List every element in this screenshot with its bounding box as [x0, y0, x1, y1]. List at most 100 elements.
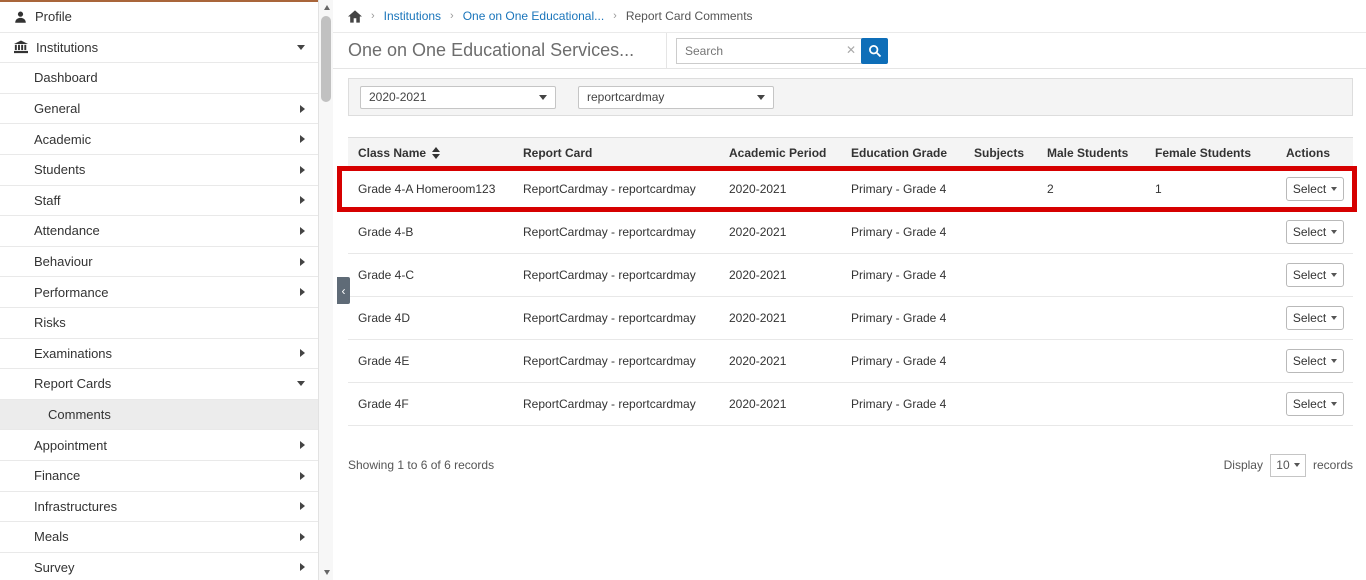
sidebar-item-meals[interactable]: Meals	[0, 522, 318, 553]
chevron-right-icon	[300, 532, 305, 541]
sidebar-item-general[interactable]: General	[0, 94, 318, 125]
cell-subjects	[964, 167, 1037, 211]
cell-education-grade: Primary - Grade 4	[841, 296, 964, 340]
column-header-actions: Actions	[1276, 137, 1353, 168]
report-card-select[interactable]: reportcardmay	[578, 85, 774, 109]
sidebar-item-academic[interactable]: Academic	[0, 124, 318, 155]
sidebar-item-examinations[interactable]: Examinations	[0, 339, 318, 370]
chevron-down-icon	[1331, 273, 1338, 277]
display-label: Display	[1223, 458, 1263, 472]
cell-academic-period: 2020-2021	[719, 339, 841, 383]
chevron-down-icon	[1293, 463, 1300, 467]
sidebar-item-label: Comments	[48, 407, 111, 423]
cell-class-name: Grade 4-B	[348, 210, 513, 254]
chevron-right-icon	[300, 471, 305, 480]
select-button[interactable]: Select	[1286, 349, 1344, 373]
cell-class-name: Grade 4-A Homeroom123	[348, 167, 513, 211]
cell-academic-period: 2020-2021	[719, 253, 841, 297]
search-button[interactable]	[861, 38, 888, 64]
sort-icon[interactable]	[432, 146, 441, 159]
sidebar-item-infrastructures[interactable]: Infrastructures	[0, 492, 318, 523]
sidebar-item-dashboard[interactable]: Dashboard	[0, 63, 318, 94]
chevron-down-icon	[757, 94, 765, 100]
sidebar: Profile Institutions Dashboard General A…	[0, 0, 318, 580]
filter-panel: 2020-2021 reportcardmay	[348, 78, 1353, 116]
breadcrumb-separator: ›	[613, 10, 617, 22]
sidebar-item-behaviour[interactable]: Behaviour	[0, 247, 318, 278]
sidebar-item-label: Meals	[34, 529, 69, 545]
clear-search-icon[interactable]: ✕	[846, 44, 856, 56]
cell-subjects	[964, 253, 1037, 297]
sidebar-item-risks[interactable]: Risks	[0, 308, 318, 339]
search-input[interactable]	[676, 38, 862, 64]
select-button[interactable]: Select	[1286, 220, 1344, 244]
search-field-wrap: ✕	[676, 38, 862, 64]
select-button[interactable]: Select	[1286, 392, 1344, 416]
table-row: Grade 4-C ReportCardmay - reportcardmay …	[348, 253, 1353, 297]
chevron-right-icon	[300, 563, 305, 572]
cell-education-grade: Primary - Grade 4	[841, 210, 964, 254]
table-row: Grade 4-A Homeroom123 ReportCardmay - re…	[348, 167, 1353, 211]
sidebar-item-label: Behaviour	[34, 254, 93, 270]
cell-report-card: ReportCardmay - reportcardmay	[513, 382, 719, 426]
cell-class-name: Grade 4-C	[348, 253, 513, 297]
sidebar-scrollbar[interactable]	[318, 0, 333, 580]
cell-female-students: 1	[1145, 167, 1276, 211]
breadcrumb-link-institutions[interactable]: Institutions	[384, 9, 441, 23]
page-title: One on One Educational Services...	[348, 40, 635, 60]
page-size-select[interactable]: 10	[1269, 453, 1306, 477]
sidebar-item-staff[interactable]: Staff	[0, 186, 318, 217]
breadcrumb-current: Report Card Comments	[625, 9, 753, 23]
sidebar-item-survey[interactable]: Survey	[0, 553, 318, 580]
cell-report-card: ReportCardmay - reportcardmay	[513, 253, 719, 297]
sidebar-item-label: General	[34, 101, 81, 117]
cell-female-students	[1145, 339, 1276, 383]
sidebar-item-performance[interactable]: Performance	[0, 277, 318, 308]
cell-education-grade: Primary - Grade 4	[841, 339, 964, 383]
chevron-right-icon	[300, 135, 305, 144]
scroll-down-arrow-icon[interactable]	[319, 565, 334, 580]
column-header-female-students: Female Students	[1145, 137, 1276, 168]
cell-male-students	[1037, 339, 1145, 383]
scroll-up-arrow-icon[interactable]	[319, 0, 334, 15]
chevron-down-icon	[1331, 402, 1338, 406]
sidebar-collapse-button[interactable]: ‹	[337, 277, 350, 304]
sidebar-item-label: Appointment	[34, 437, 107, 453]
cell-male-students	[1037, 253, 1145, 297]
column-header-subjects: Subjects	[964, 137, 1037, 168]
sidebar-item-report-cards[interactable]: Report Cards	[0, 369, 318, 400]
table-row: Grade 4D ReportCardmay - reportcardmay 2…	[348, 296, 1353, 340]
column-header-class-name[interactable]: Class Name	[348, 137, 513, 168]
sidebar-item-label: Survey	[34, 559, 75, 575]
select-button[interactable]: Select	[1286, 306, 1344, 330]
table-header-row: Class Name Report Card Academic Period E…	[348, 137, 1353, 168]
breadcrumb-link-institution-name[interactable]: One on One Educational...	[463, 9, 604, 23]
sidebar-item-students[interactable]: Students	[0, 155, 318, 186]
sidebar-item-finance[interactable]: Finance	[0, 461, 318, 492]
sidebar-item-comments[interactable]: Comments	[0, 399, 318, 431]
scrollbar-thumb[interactable]	[321, 16, 331, 102]
home-icon[interactable]	[348, 9, 362, 23]
sidebar-item-profile[interactable]: Profile	[0, 2, 318, 33]
cell-academic-period: 2020-2021	[719, 210, 841, 254]
sidebar-item-appointment[interactable]: Appointment	[0, 430, 318, 461]
sidebar-item-institutions[interactable]: Institutions	[0, 33, 318, 64]
sidebar-item-label: Performance	[34, 284, 109, 300]
cell-male-students	[1037, 382, 1145, 426]
cell-education-grade: Primary - Grade 4	[841, 382, 964, 426]
cell-academic-period: 2020-2021	[719, 382, 841, 426]
title-bar: One on One Educational Services... ✕	[333, 33, 1366, 69]
sidebar-item-label: Dashboard	[34, 70, 98, 86]
sidebar-item-attendance[interactable]: Attendance	[0, 216, 318, 247]
academic-year-select[interactable]: 2020-2021	[360, 85, 556, 109]
main-content: › Institutions › One on One Educational.…	[333, 0, 1366, 580]
cell-academic-period: 2020-2021	[719, 296, 841, 340]
classes-table: Class Name Report Card Academic Period E…	[348, 137, 1353, 426]
breadcrumb-separator: ›	[450, 10, 454, 22]
chevron-right-icon	[300, 104, 305, 113]
select-button[interactable]: Select	[1286, 263, 1344, 287]
select-button[interactable]: Select	[1286, 177, 1344, 201]
sidebar-item-label: Finance	[34, 468, 81, 484]
table-row: Grade 4-B ReportCardmay - reportcardmay …	[348, 210, 1353, 254]
chevron-right-icon	[300, 196, 305, 205]
